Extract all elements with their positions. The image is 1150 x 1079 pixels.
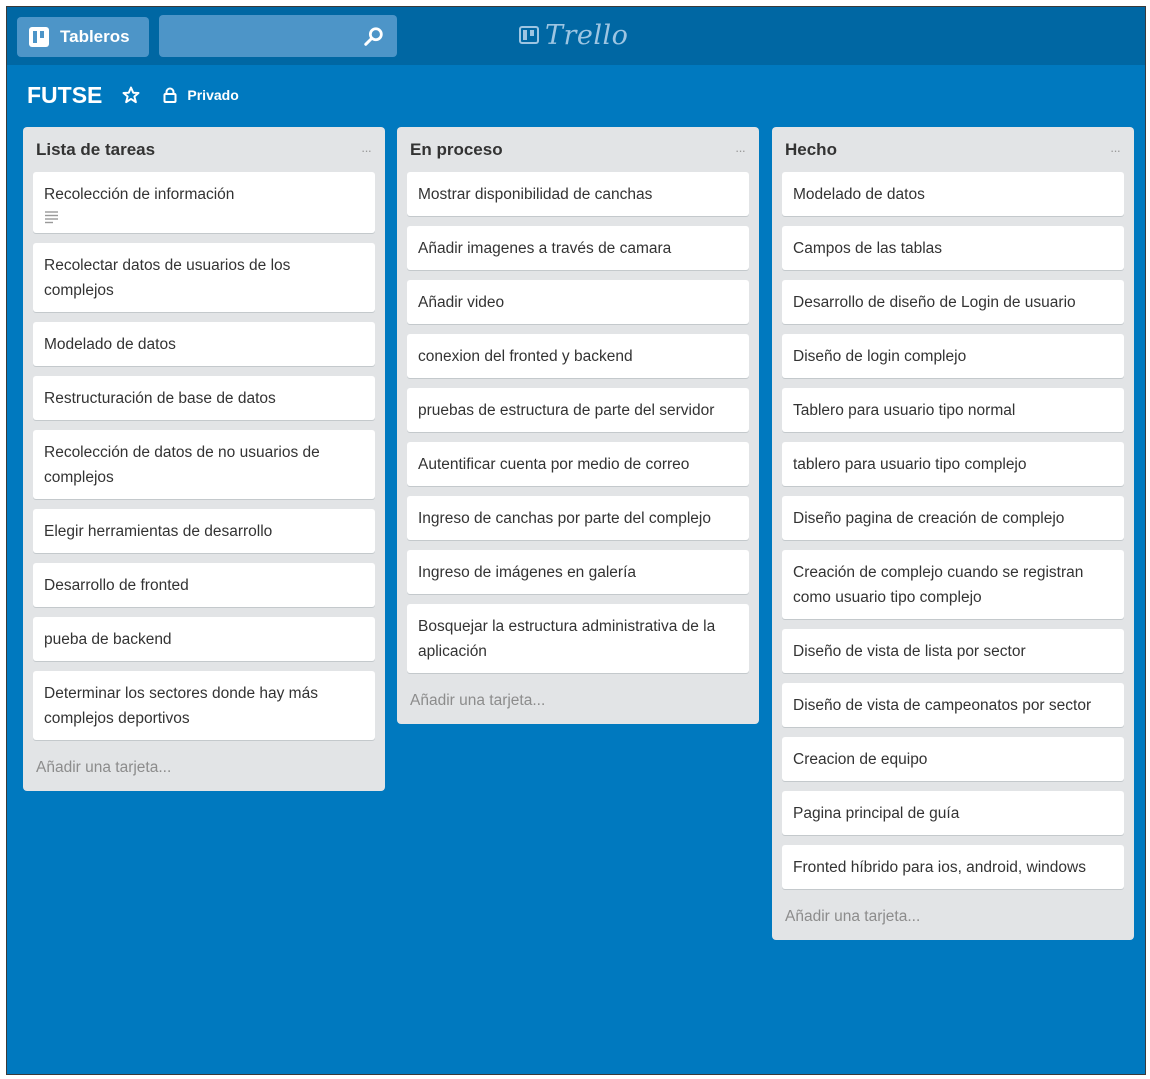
card-title: Modelado de datos xyxy=(793,186,925,203)
card[interactable]: Mostrar disponibilidad de canchas xyxy=(407,172,749,216)
card[interactable]: pruebas de estructura de parte del servi… xyxy=(407,388,749,432)
card[interactable]: Restructuración de base de datos xyxy=(33,376,375,420)
card-title: Pagina principal de guía xyxy=(793,805,960,822)
card-title: Ingreso de canchas por parte del complej… xyxy=(418,510,711,527)
card[interactable]: Elegir herramientas de desarrollo xyxy=(33,509,375,553)
card-title: Diseño de vista de lista por sector xyxy=(793,643,1026,660)
list-menu-icon[interactable]: ··· xyxy=(1110,143,1124,158)
card[interactable]: Diseño de vista de campeonatos por secto… xyxy=(782,683,1124,727)
card-list: Modelado de datos Campos de las tablas D… xyxy=(782,172,1124,889)
add-card-button[interactable]: Añadir una tarjeta... xyxy=(782,899,1124,932)
card-title: Recolección de datos de no usuarios de c… xyxy=(44,444,320,486)
card[interactable]: Recolección de datos de no usuarios de c… xyxy=(33,430,375,499)
card[interactable]: Modelado de datos xyxy=(782,172,1124,216)
list-menu-icon[interactable]: ··· xyxy=(361,143,375,158)
card[interactable]: Modelado de datos xyxy=(33,322,375,366)
card[interactable]: Creación de complejo cuando se registran… xyxy=(782,550,1124,619)
card[interactable]: Añadir imagenes a través de camara xyxy=(407,226,749,270)
card[interactable]: Autentificar cuenta por medio de correo xyxy=(407,442,749,486)
search-input[interactable] xyxy=(159,15,397,57)
trello-board-window: Tableros Trello FUTSE Privado Lista de t… xyxy=(6,6,1146,1075)
card[interactable]: Fronted híbrido para ios, android, windo… xyxy=(782,845,1124,889)
card[interactable]: Ingreso de canchas por parte del complej… xyxy=(407,496,749,540)
boards-button-label: Tableros xyxy=(60,27,130,46)
card-title: conexion del fronted y backend xyxy=(418,348,633,365)
card[interactable]: pueba de backend xyxy=(33,617,375,661)
card[interactable]: Recolección de información xyxy=(33,172,375,233)
card-title: Desarrollo de fronted xyxy=(44,577,189,594)
card-title: Restructuración de base de datos xyxy=(44,390,276,407)
card-title: Creacion de equipo xyxy=(793,751,928,768)
card-title: Creación de complejo cuando se registran… xyxy=(793,564,1084,606)
card-title: Tablero para usuario tipo normal xyxy=(793,402,1016,419)
card-title: Fronted híbrido para ios, android, windo… xyxy=(793,859,1086,876)
trello-logo[interactable]: Trello xyxy=(519,15,628,55)
card[interactable]: Creacion de equipo xyxy=(782,737,1124,781)
search-box xyxy=(159,15,397,57)
list-header: En proceso ··· xyxy=(407,135,749,165)
card-title: Modelado de datos xyxy=(44,336,176,353)
card[interactable]: Pagina principal de guía xyxy=(782,791,1124,835)
card-title: Añadir video xyxy=(418,294,505,311)
search-icon[interactable] xyxy=(363,26,385,48)
visibility-button[interactable]: Privado xyxy=(162,87,239,103)
card[interactable]: Determinar los sectores donde hay más co… xyxy=(33,671,375,740)
boards-button[interactable]: Tableros xyxy=(17,17,149,57)
card-title: Desarrollo de diseño de Login de usuario xyxy=(793,294,1076,311)
boards-icon xyxy=(29,27,49,47)
card[interactable]: tablero para usuario tipo complejo xyxy=(782,442,1124,486)
card-title: Diseño pagina de creación de complejo xyxy=(793,510,1065,527)
card[interactable]: Desarrollo de diseño de Login de usuario xyxy=(782,280,1124,324)
card-title: pueba de backend xyxy=(44,631,172,648)
card-title: Campos de las tablas xyxy=(793,240,943,257)
list-menu-icon[interactable]: ··· xyxy=(735,143,749,158)
trello-logo-text: Trello xyxy=(545,19,629,51)
card-list: Recolección de información Recolectar da… xyxy=(33,172,375,740)
description-icon xyxy=(45,211,58,224)
card-title: Diseño de login complejo xyxy=(793,348,967,365)
card[interactable]: Desarrollo de fronted xyxy=(33,563,375,607)
card[interactable]: Tablero para usuario tipo normal xyxy=(782,388,1124,432)
card[interactable]: conexion del fronted y backend xyxy=(407,334,749,378)
card-title: Añadir imagenes a través de camara xyxy=(418,240,672,257)
visibility-label: Privado xyxy=(187,87,239,103)
card[interactable]: Bosquejar la estructura administrativa d… xyxy=(407,604,749,673)
list-hecho: Hecho ··· Modelado de datos Campos de la… xyxy=(772,127,1134,940)
card-title: tablero para usuario tipo complejo xyxy=(793,456,1027,473)
card[interactable]: Diseño de vista de lista por sector xyxy=(782,629,1124,673)
card-title: Determinar los sectores donde hay más co… xyxy=(44,685,318,727)
list-title[interactable]: Lista de tareas xyxy=(36,140,155,160)
card[interactable]: Ingreso de imágenes en galería xyxy=(407,550,749,594)
list-lista-de-tareas: Lista de tareas ··· Recolección de infor… xyxy=(23,127,385,791)
card-title: Diseño de vista de campeonatos por secto… xyxy=(793,697,1092,714)
card-title: Recolectar datos de usuarios de los comp… xyxy=(44,257,291,299)
card[interactable]: Campos de las tablas xyxy=(782,226,1124,270)
list-title[interactable]: Hecho xyxy=(785,140,837,160)
card-list: Mostrar disponibilidad de canchas Añadir… xyxy=(407,172,749,673)
top-header: Tableros Trello xyxy=(7,7,1145,65)
list-header: Hecho ··· xyxy=(782,135,1124,165)
card-title: Recolección de información xyxy=(44,186,235,203)
card-title: Ingreso de imágenes en galería xyxy=(418,564,637,581)
list-en-proceso: En proceso ··· Mostrar disponibilidad de… xyxy=(397,127,759,724)
add-card-button[interactable]: Añadir una tarjeta... xyxy=(407,683,749,716)
card-title: Elegir herramientas de desarrollo xyxy=(44,523,273,540)
add-card-button[interactable]: Añadir una tarjeta... xyxy=(33,750,375,783)
board-title[interactable]: FUTSE xyxy=(27,82,102,109)
list-header: Lista de tareas ··· xyxy=(33,135,375,165)
card[interactable]: Diseño pagina de creación de complejo xyxy=(782,496,1124,540)
card[interactable]: Recolectar datos de usuarios de los comp… xyxy=(33,243,375,312)
card-title: Mostrar disponibilidad de canchas xyxy=(418,186,653,203)
board-header: FUTSE Privado xyxy=(27,77,239,113)
card-title: pruebas de estructura de parte del servi… xyxy=(418,402,715,419)
star-icon[interactable] xyxy=(122,86,140,104)
card[interactable]: Añadir video xyxy=(407,280,749,324)
list-title[interactable]: En proceso xyxy=(410,140,503,160)
card-title: Bosquejar la estructura administrativa d… xyxy=(418,618,716,660)
card-title: Autentificar cuenta por medio de correo xyxy=(418,456,690,473)
trello-logo-icon xyxy=(519,26,539,44)
lock-icon xyxy=(163,87,177,103)
card[interactable]: Diseño de login complejo xyxy=(782,334,1124,378)
